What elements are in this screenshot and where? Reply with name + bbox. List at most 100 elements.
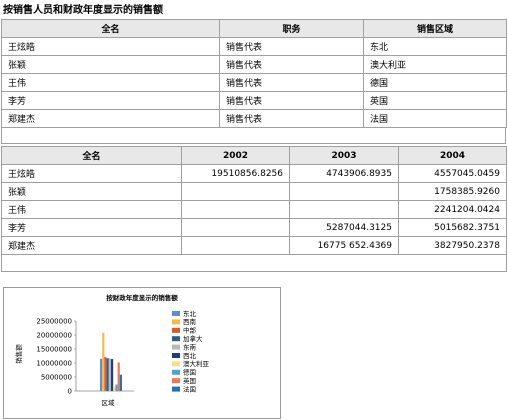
y-axis-label: 销售额 — [14, 344, 23, 364]
legend-swatch — [172, 361, 180, 367]
cell-2002 — [181, 182, 290, 201]
table-row: 张颖 销售代表 澳大利亚 — [1, 55, 507, 74]
column-header-2004: 2004 — [398, 146, 507, 165]
cell-2002: 19510856.8256 — [181, 164, 290, 183]
table-row: 李芳 销售代表 英国 — [1, 91, 507, 110]
table-header-row: 全名 2002 2003 2004 — [1, 146, 507, 165]
y-tick-label: 0 — [68, 387, 72, 395]
cell-2002 — [181, 218, 290, 237]
column-header-name: 全名 — [1, 146, 182, 165]
cell-2003 — [289, 182, 399, 201]
cell-2003: 5287044.3125 — [289, 218, 399, 237]
legend-swatch — [172, 327, 180, 333]
legend-label: 法国 — [183, 384, 196, 393]
bar-中部 — [104, 357, 107, 391]
column-header-2002: 2002 — [181, 146, 290, 165]
y-tick-label: 15000000 — [36, 345, 72, 353]
cell-2002 — [181, 200, 290, 219]
cell-name: 李芳 — [1, 91, 220, 110]
cell-title: 销售代表 — [219, 91, 364, 110]
legend-label: 西北 — [183, 352, 197, 360]
cell-2003: 16775 652.4369 — [289, 236, 399, 255]
table-row: 李芳 5287044.3125 5015682.3751 — [1, 218, 507, 237]
legend-swatch — [172, 378, 180, 384]
y-tick-label: 10000000 — [36, 359, 72, 367]
report-title: 按销售人员和财政年度显示的销售额 — [3, 5, 163, 16]
table-row: 张颖 1758385.9260 — [1, 182, 507, 201]
cell-territory: 英国 — [363, 91, 507, 110]
bar-西南 — [102, 332, 105, 391]
column-header-name: 全名 — [1, 19, 220, 38]
bar-加拿大 — [106, 358, 109, 391]
legend-label: 东北 — [183, 309, 197, 318]
chart-title: 按财政年度显示的销售额 — [106, 293, 178, 302]
cell-2004: 5015682.3751 — [398, 218, 507, 237]
bar-西北 — [111, 359, 114, 391]
cell-territory: 法国 — [363, 109, 507, 128]
y-tick-label: 5000000 — [41, 373, 72, 381]
sales-bar-chart: 按财政年度显示的销售额 0 5000000 10000000 15000000 20000… — [14, 293, 210, 407]
table-row: 王伟 销售代表 德国 — [1, 73, 507, 92]
bar-东南 — [108, 358, 111, 391]
legend-label: 中部 — [183, 326, 197, 335]
legend-swatch — [172, 336, 180, 342]
legend-swatch — [172, 344, 180, 350]
cell-2004: 4557045.0459 — [398, 164, 507, 183]
cell-2004: 1758385.9260 — [398, 182, 507, 201]
sales-by-year-table: 全名 2002 2003 2004 王炫皓 19510856.8256 4743… — [1, 146, 507, 272]
table-row: 郑建杰 16775 652.4369 3827950.2378 — [1, 236, 507, 255]
bar-德国 — [115, 384, 118, 391]
cell-name: 王伟 — [1, 73, 220, 92]
column-header-title: 职务 — [219, 19, 364, 38]
column-header-2003: 2003 — [289, 146, 399, 165]
legend-label: 加拿大 — [183, 334, 203, 343]
table-row: 郑建杰 销售代表 法国 — [1, 109, 507, 128]
cell-title: 销售代表 — [219, 73, 364, 92]
bar-澳大利亚 — [113, 386, 116, 391]
sales-chart-frame: 按财政年度显示的销售额 0 5000000 10000000 15000000 20000… — [3, 287, 281, 419]
cell-name: 郑建杰 — [1, 236, 182, 255]
cell-name: 王炫皓 — [1, 37, 220, 56]
cell-name: 郑建杰 — [1, 109, 220, 128]
legend-label: 德国 — [183, 368, 196, 377]
empty-cell — [1, 254, 507, 272]
cell-name: 李芳 — [1, 218, 182, 237]
legend-label: 东南 — [183, 342, 197, 351]
legend-swatch — [172, 369, 180, 375]
cell-name: 王伟 — [1, 200, 182, 219]
cell-2004: 2241204.0424 — [398, 200, 507, 219]
sales-people-table: 全名 职务 销售区域 王炫皓 销售代表 东北 张颖 销售代表 澳大利亚 王伟 销… — [1, 19, 507, 128]
table-row: 王炫皓 销售代表 东北 — [1, 37, 507, 56]
column-header-territory: 销售区域 — [363, 19, 507, 38]
y-tick-label: 25000000 — [36, 317, 72, 325]
y-tick-label: 20000000 — [36, 331, 72, 339]
table-row: 王伟 2241204.0424 — [1, 200, 507, 219]
table-divider — [1, 127, 506, 144]
table-spacer-row — [1, 254, 507, 272]
legend-label: 西南 — [183, 317, 197, 326]
cell-name: 王炫皓 — [1, 164, 182, 183]
legend-label: 澳大利亚 — [183, 359, 210, 368]
cell-title: 销售代表 — [219, 55, 364, 74]
legend-swatch — [172, 353, 180, 358]
cell-territory: 东北 — [363, 37, 507, 56]
bar-法国 — [119, 374, 122, 391]
cell-territory: 澳大利亚 — [363, 55, 507, 74]
cell-2002 — [181, 236, 290, 255]
cell-title: 销售代表 — [219, 109, 364, 128]
cell-territory: 德国 — [363, 73, 507, 92]
cell-title: 销售代表 — [219, 37, 364, 56]
table-header-row: 全名 职务 销售区域 — [1, 19, 507, 38]
legend-swatch — [172, 311, 180, 316]
table-row: 王炫皓 19510856.8256 4743906.8935 4557045.0… — [1, 164, 507, 183]
cell-name: 张颖 — [1, 182, 182, 201]
bar-东北 — [100, 358, 103, 391]
legend-swatch — [172, 386, 180, 392]
legend-swatch — [172, 319, 180, 325]
cell-2003: 4743906.8935 — [289, 164, 399, 183]
cell-2004: 3827950.2378 — [398, 236, 507, 255]
bar-英国 — [117, 362, 120, 391]
legend-label: 英国 — [183, 376, 196, 385]
cell-2003 — [289, 200, 399, 219]
x-axis-label: 区域 — [102, 398, 116, 407]
